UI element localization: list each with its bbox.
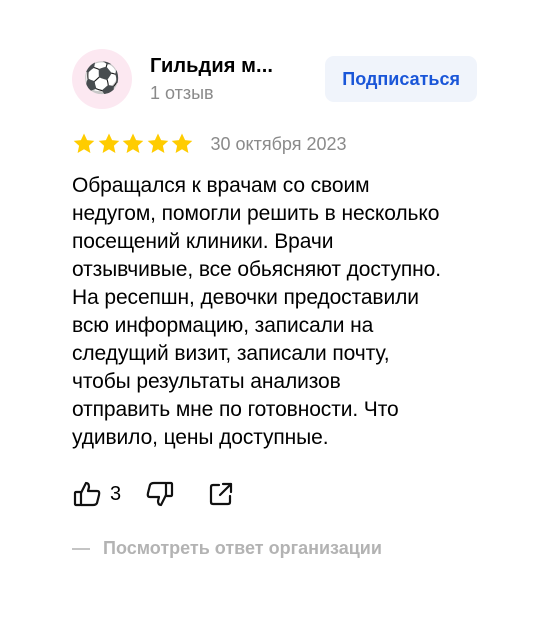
rating-row: 30 октября 2023 [72, 132, 492, 156]
rating-stars [72, 132, 195, 156]
star-icon [147, 133, 168, 153]
avatar[interactable]: ⚽ [72, 49, 132, 109]
dislike-button[interactable] [145, 479, 175, 509]
view-org-reply-label: Посмотреть ответ организации [103, 538, 382, 558]
share-button[interactable] [207, 480, 235, 508]
review-header: ⚽ Гильдия м... 1 отзыв Подписаться [72, 48, 492, 110]
share-icon [210, 482, 233, 506]
dash-divider [72, 547, 90, 550]
like-count: 3 [110, 482, 122, 505]
thumbs-down-icon [146, 481, 174, 507]
review-actions: 3 [72, 478, 492, 510]
star-icon [122, 133, 144, 153]
soccer-ball-icon: ⚽ [83, 61, 121, 96]
author-name[interactable]: Гильдия м... [150, 54, 273, 78]
star-icon [98, 133, 119, 153]
star-icon [73, 133, 95, 153]
subscribe-button[interactable]: Подписаться [325, 56, 477, 102]
author-reviews-count: 1 отзыв [150, 82, 214, 103]
star-icon [171, 133, 193, 153]
like-button[interactable]: 3 [72, 479, 121, 509]
review-card: ⚽ Гильдия м... 1 отзыв Подписаться 30 ок… [72, 48, 492, 559]
review-text: Обращался к врачам со своим недугом, пом… [72, 174, 441, 449]
view-org-reply-link[interactable]: Посмотреть ответ организации [72, 538, 492, 559]
review-date: 30 октября 2023 [210, 133, 347, 154]
thumbs-up-icon [73, 481, 101, 507]
author-info: Гильдия м... 1 отзыв [150, 54, 273, 105]
